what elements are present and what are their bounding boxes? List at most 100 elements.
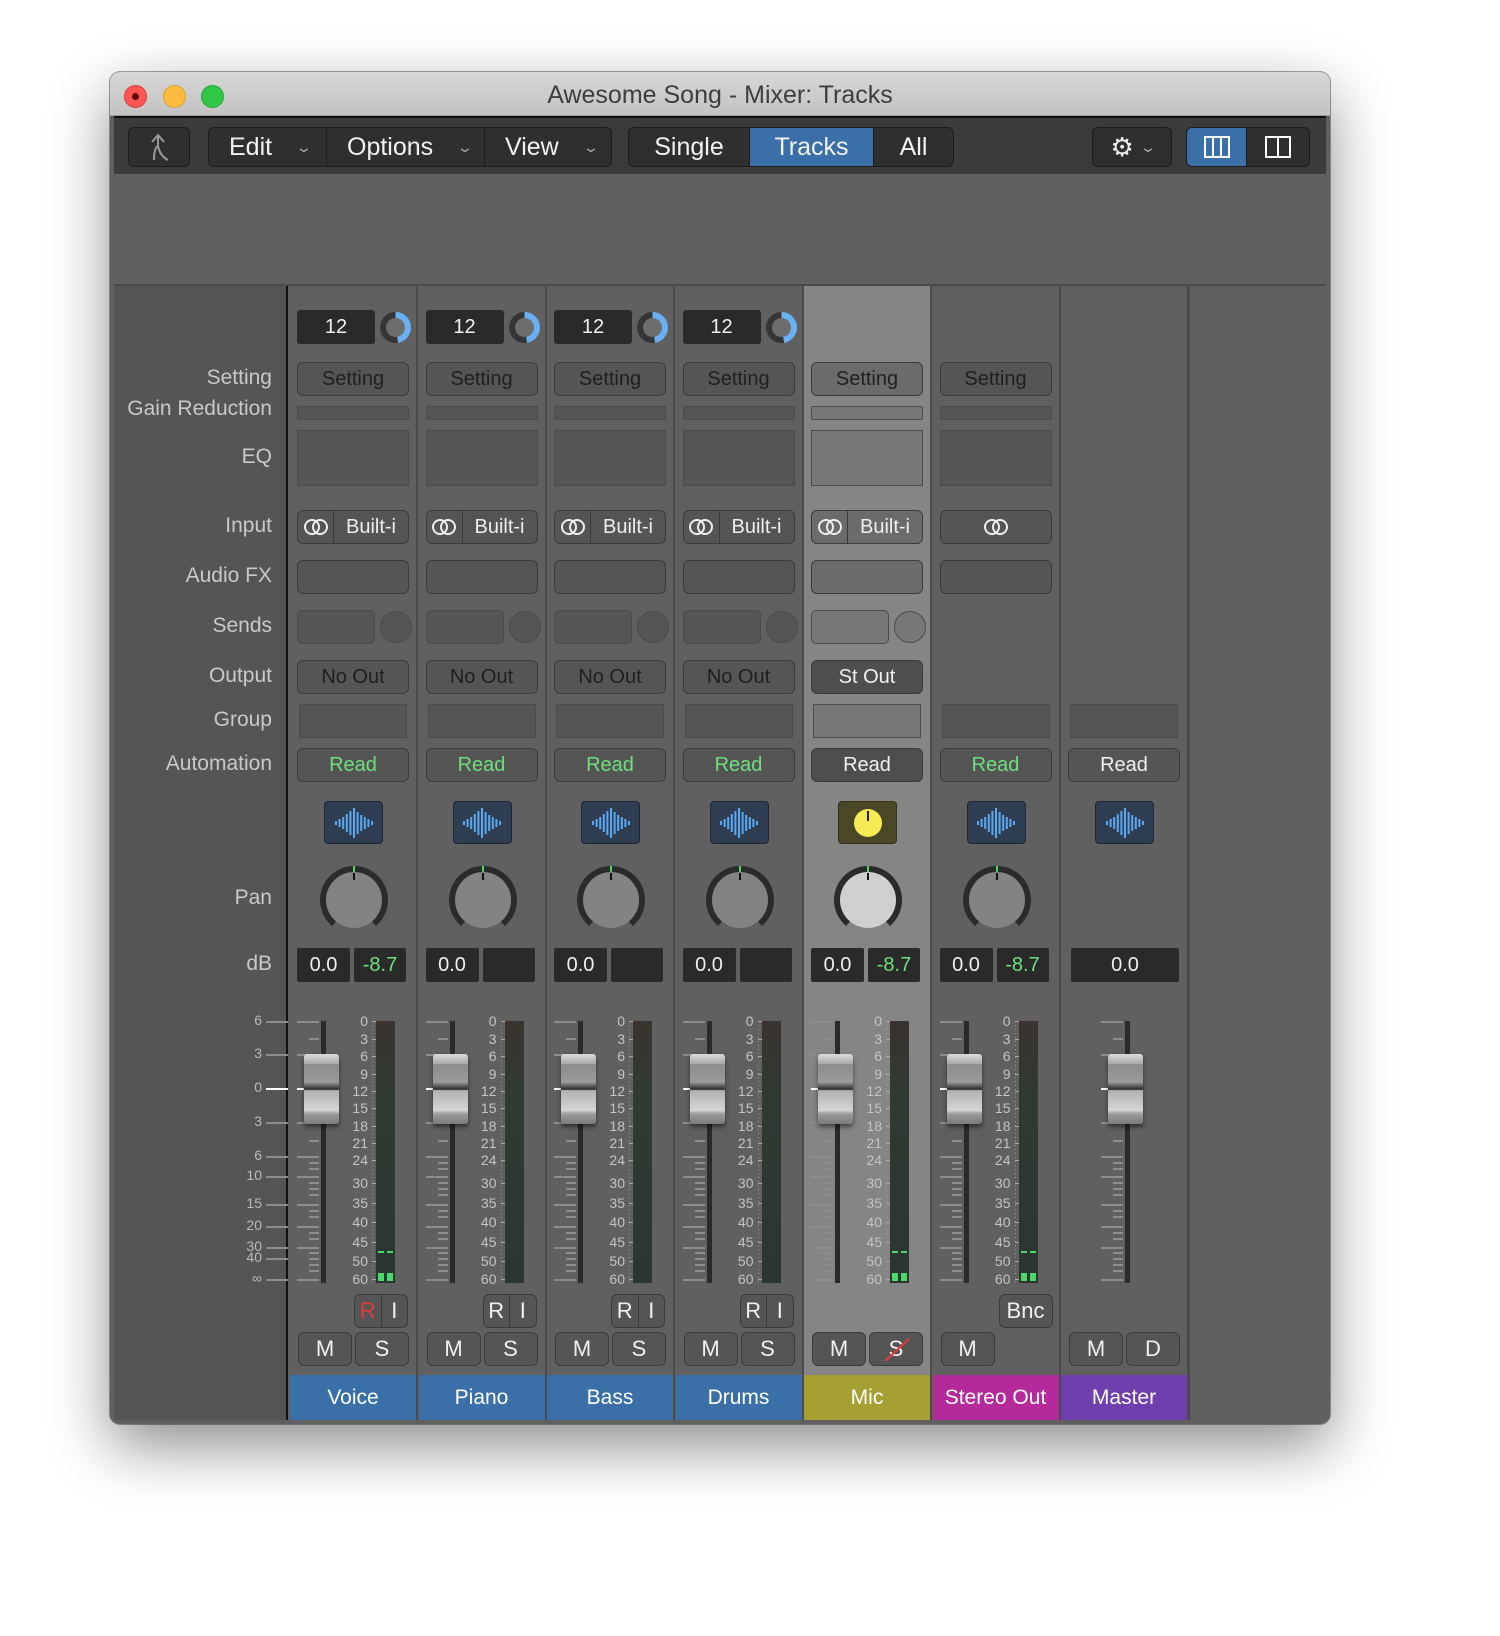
input-monitor-button[interactable]: I	[510, 1295, 536, 1327]
audio-fx-slot[interactable]	[939, 560, 1052, 594]
send-slot[interactable]	[297, 610, 375, 644]
setting-button[interactable]: Setting	[682, 362, 795, 396]
compressor-knob[interactable]	[380, 312, 411, 343]
audio-fx-slot[interactable]	[811, 560, 923, 594]
input-monitor-button[interactable]: I	[382, 1295, 408, 1327]
volume-readout[interactable]: 0.0	[939, 948, 993, 982]
compressor-knob[interactable]	[508, 312, 540, 343]
output-slot[interactable]: St Out	[811, 660, 923, 694]
volume-readout[interactable]: 0.0	[1071, 948, 1179, 982]
audio-fx-slot[interactable]	[682, 560, 795, 594]
volume-fader-handle[interactable]	[946, 1054, 982, 1124]
volume-readout[interactable]: 0.0	[811, 948, 864, 982]
record-enable-button[interactable]: R	[355, 1295, 382, 1327]
automation-mode-button[interactable]: Read	[554, 748, 666, 782]
track-name[interactable]: Stereo Out	[932, 1375, 1059, 1420]
eq-display[interactable]	[425, 430, 538, 486]
automation-mode-button[interactable]: Read	[297, 748, 409, 782]
input-monitor-button[interactable]: I	[639, 1295, 665, 1327]
automation-mode-button[interactable]: Read	[425, 748, 538, 782]
setting-button[interactable]: Setting	[811, 362, 923, 396]
solo-button[interactable]: S	[612, 1332, 666, 1366]
output-slot[interactable]: No Out	[554, 660, 666, 694]
settings-menu-button[interactable]: ⚙ ⌄	[1092, 127, 1172, 167]
solo-button[interactable]: S	[483, 1332, 538, 1366]
input-slot[interactable]: Built-i	[297, 510, 409, 544]
compressor-value[interactable]: 12	[425, 310, 504, 344]
send-level-knob[interactable]	[508, 611, 541, 643]
mute-button[interactable]: M	[940, 1332, 995, 1366]
mute-button[interactable]: M	[298, 1332, 352, 1366]
eq-display[interactable]	[682, 430, 795, 486]
input-slot[interactable]: Built-i	[682, 510, 795, 544]
record-enable-button[interactable]: R	[612, 1295, 639, 1327]
track-name[interactable]: Voice	[290, 1375, 416, 1420]
two-column-button[interactable]	[1247, 128, 1309, 166]
send-level-knob[interactable]	[894, 611, 926, 643]
track-name[interactable]: Master	[1061, 1375, 1187, 1420]
view-menu[interactable]: View ⌄	[485, 128, 611, 166]
automation-mode-button[interactable]: Read	[1068, 748, 1180, 782]
record-enable-button[interactable]: R	[484, 1295, 510, 1327]
solo-button[interactable]: S	[740, 1332, 795, 1366]
group-slot[interactable]	[1070, 704, 1178, 738]
output-slot[interactable]: No Out	[682, 660, 795, 694]
input-slot[interactable]	[939, 510, 1052, 544]
compressor-knob[interactable]	[765, 312, 797, 343]
group-slot[interactable]	[556, 704, 664, 738]
volume-readout[interactable]: 0.0	[297, 948, 350, 982]
track-name[interactable]: Drums	[675, 1375, 802, 1420]
compressor-value[interactable]: 12	[682, 310, 761, 344]
send-slot[interactable]	[554, 610, 632, 644]
volume-fader-handle[interactable]	[689, 1054, 725, 1124]
track-icon[interactable]	[709, 801, 769, 844]
compressor-knob[interactable]	[637, 312, 668, 343]
group-slot[interactable]	[941, 704, 1050, 738]
automation-mode-button[interactable]: Read	[811, 748, 923, 782]
track-name[interactable]: Bass	[547, 1375, 673, 1420]
peak-readout[interactable]	[482, 948, 535, 982]
peak-readout[interactable]: -8.7	[354, 948, 406, 982]
track-icon[interactable]	[966, 801, 1026, 844]
volume-fader-handle[interactable]	[304, 1054, 339, 1124]
volume-fader-handle[interactable]	[1108, 1054, 1143, 1124]
group-slot[interactable]	[813, 704, 921, 738]
pan-knob[interactable]	[577, 866, 645, 934]
options-menu[interactable]: Options ⌄	[327, 128, 485, 166]
peak-readout[interactable]: -8.7	[868, 948, 920, 982]
peak-readout[interactable]	[611, 948, 663, 982]
group-slot[interactable]	[299, 704, 407, 738]
output-slot[interactable]: No Out	[425, 660, 538, 694]
audio-fx-slot[interactable]	[297, 560, 409, 594]
compressor-value[interactable]: 12	[554, 310, 632, 344]
volume-readout[interactable]: 0.0	[682, 948, 736, 982]
volume-fader-handle[interactable]	[432, 1054, 468, 1124]
input-slot[interactable]: Built-i	[811, 510, 923, 544]
eq-display[interactable]	[554, 430, 666, 486]
input-slot[interactable]: Built-i	[554, 510, 666, 544]
volume-fader-handle[interactable]	[561, 1054, 596, 1124]
automation-mode-button[interactable]: Read	[682, 748, 795, 782]
send-level-knob[interactable]	[380, 611, 412, 643]
solo-button-disabled[interactable]: S	[869, 1332, 923, 1366]
eq-display[interactable]	[939, 430, 1052, 486]
setting-button[interactable]: Setting	[297, 362, 409, 396]
send-level-knob[interactable]	[765, 611, 798, 643]
mute-button[interactable]: M	[555, 1332, 609, 1366]
tab-single[interactable]: Single	[629, 128, 750, 166]
eq-display[interactable]	[297, 430, 409, 486]
input-slot[interactable]: Built-i	[425, 510, 538, 544]
pan-knob[interactable]	[962, 866, 1031, 934]
send-slot[interactable]	[811, 610, 889, 644]
audio-fx-slot[interactable]	[554, 560, 666, 594]
peak-readout[interactable]	[739, 948, 792, 982]
mute-button[interactable]: M	[812, 1332, 866, 1366]
setting-button[interactable]: Setting	[939, 362, 1052, 396]
volume-readout[interactable]: 0.0	[554, 948, 607, 982]
audio-fx-slot[interactable]	[425, 560, 538, 594]
eq-display[interactable]	[811, 430, 923, 486]
setting-button[interactable]: Setting	[425, 362, 538, 396]
track-icon[interactable]	[581, 801, 640, 844]
send-slot[interactable]	[425, 610, 504, 644]
send-slot[interactable]	[682, 610, 761, 644]
